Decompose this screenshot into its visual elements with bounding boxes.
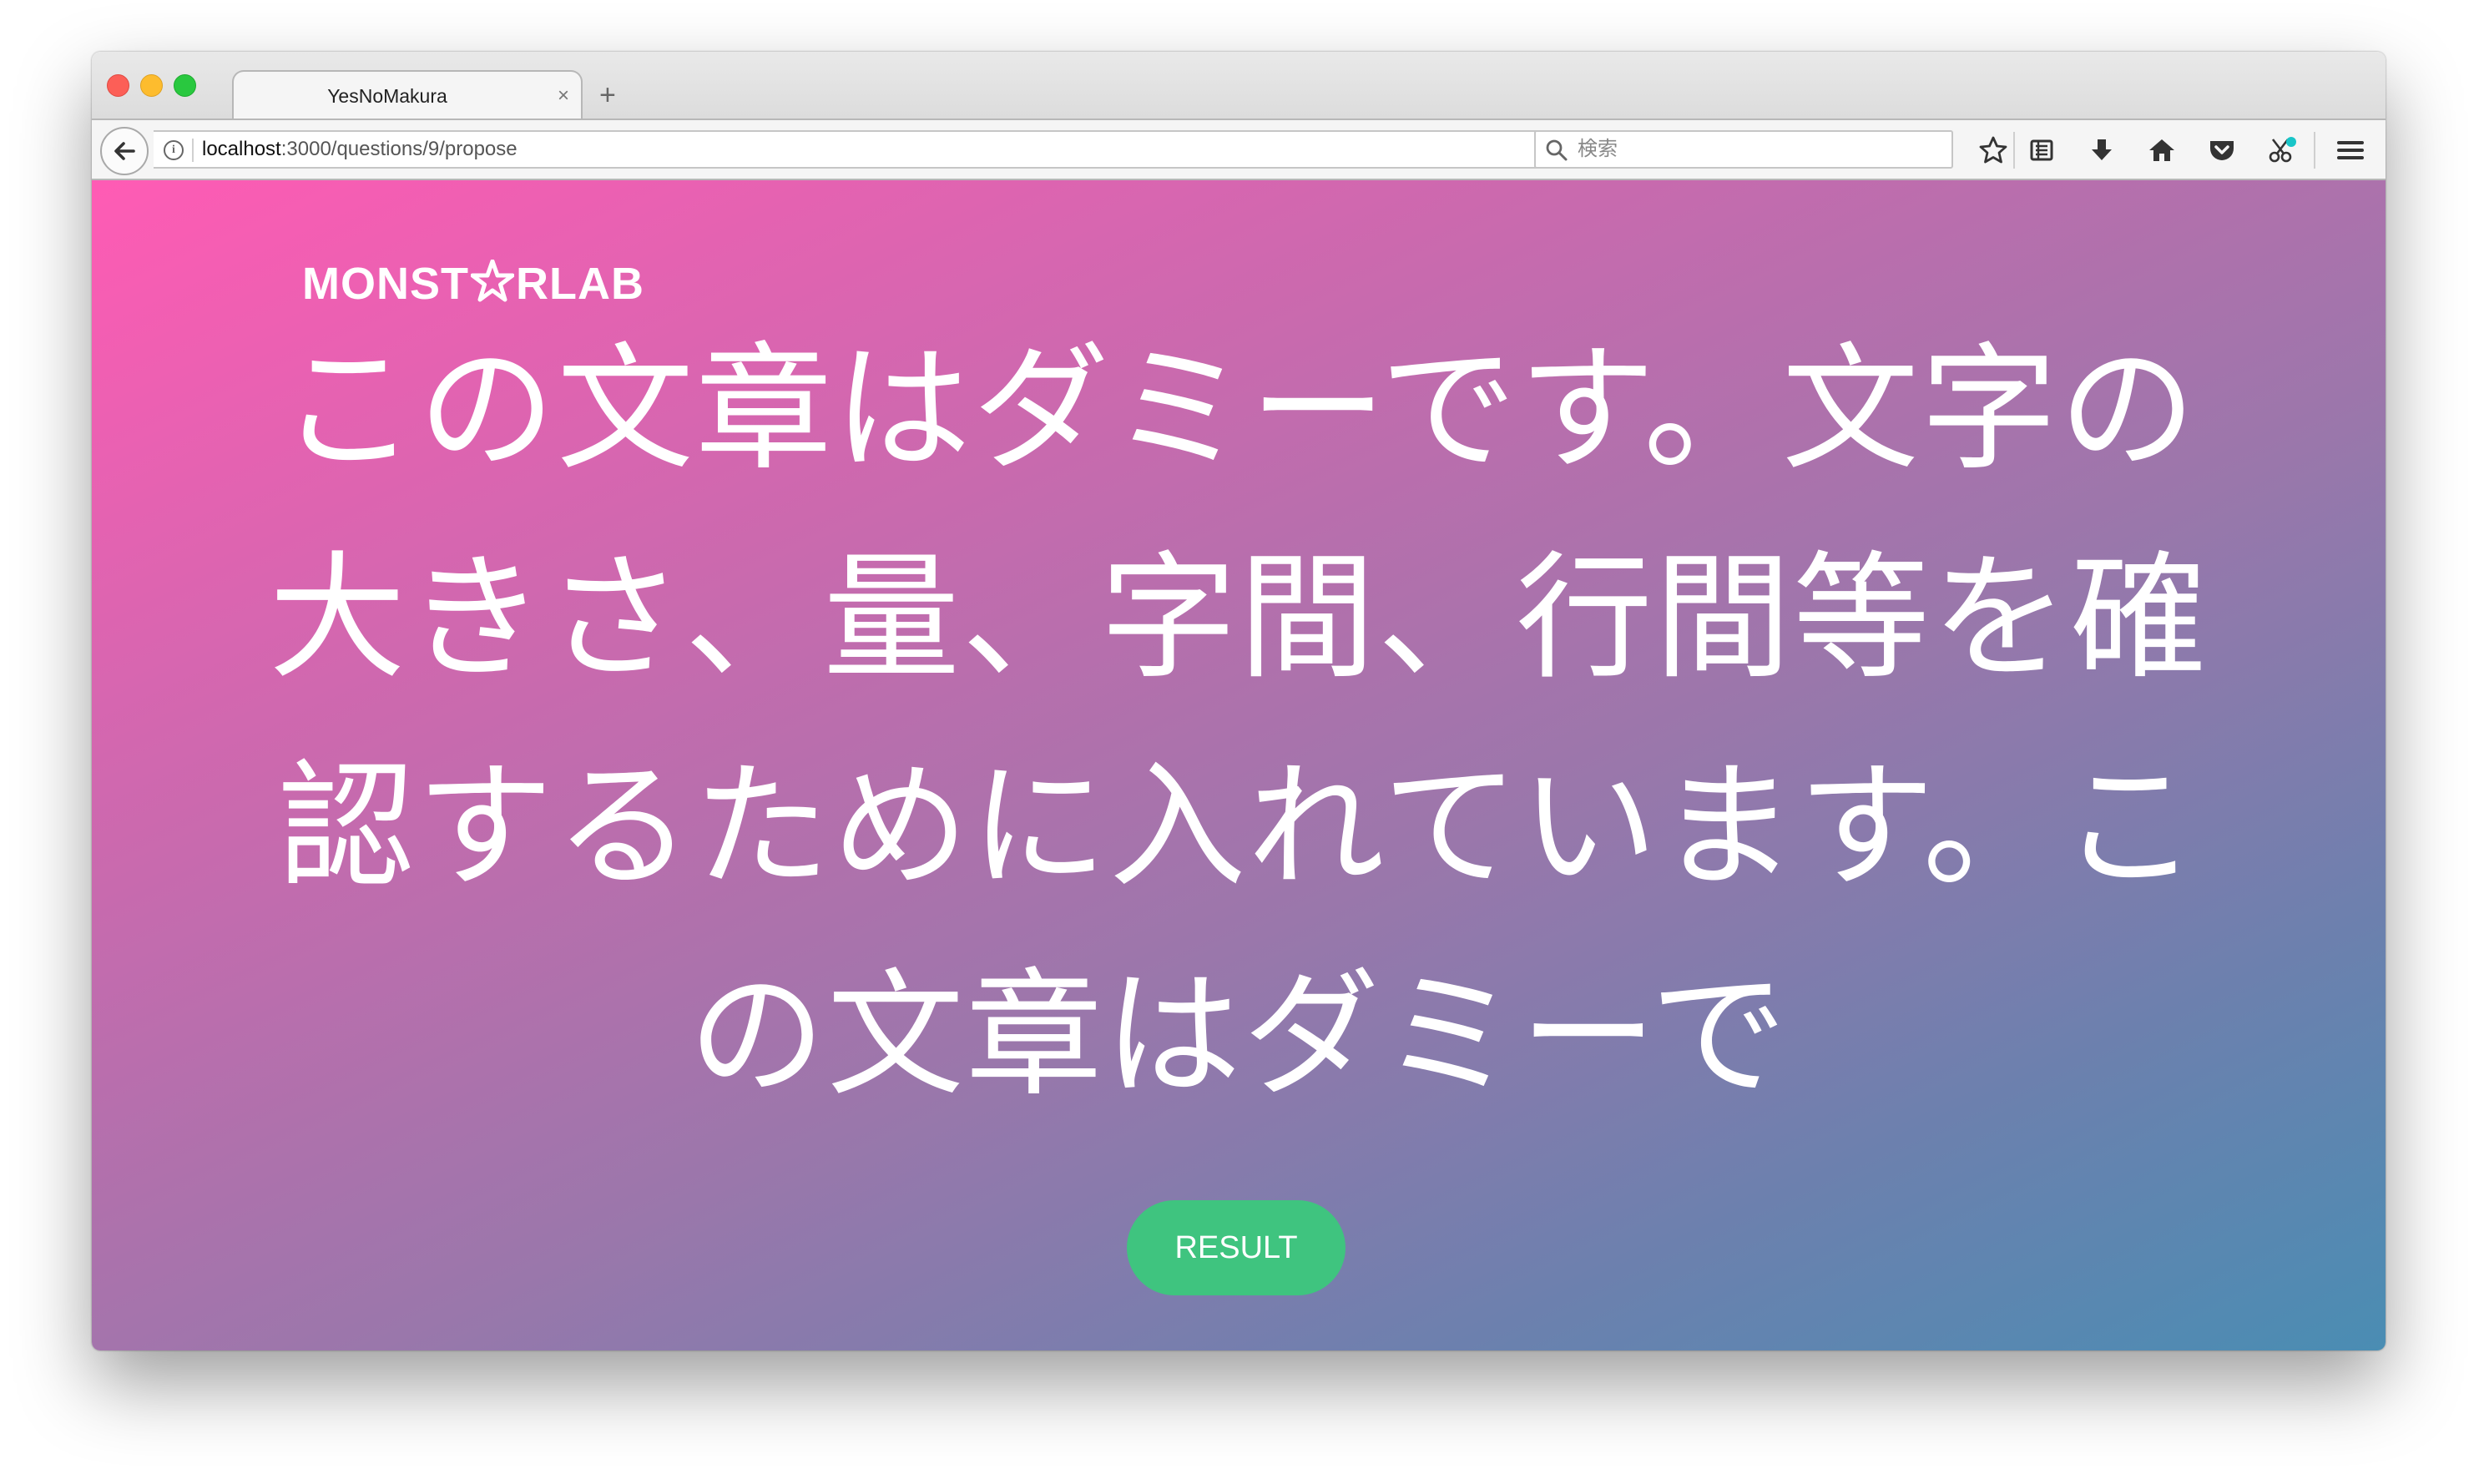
bookmark-star-icon[interactable]	[1977, 134, 2010, 167]
tab-yesnomakura[interactable]: YesNoMakura ×	[232, 70, 583, 120]
search-icon	[1546, 139, 1568, 161]
reading-list-icon[interactable]	[2025, 134, 2058, 167]
url-separator	[192, 139, 194, 162]
url-host: localhost	[202, 138, 281, 160]
url-text[interactable]: localhost:3000/questions/9/propose	[202, 132, 518, 167]
tab-close-icon[interactable]: ×	[558, 72, 569, 120]
hamburger-menu-icon[interactable]	[2334, 134, 2367, 167]
back-button[interactable]	[100, 127, 149, 175]
toolbar-separator	[2013, 132, 2015, 169]
search-bar[interactable]: 検索	[1534, 130, 1953, 169]
page-content: MONST RLAB この文章はダミーです。文字の大きさ、量、字間、行間等を確認す…	[92, 180, 2386, 1350]
download-icon[interactable]	[2085, 134, 2118, 167]
new-tab-button[interactable]: +	[599, 70, 616, 120]
url-bar[interactable]: i localhost:3000/questions/9/propose	[154, 130, 1616, 169]
zoom-window-button[interactable]	[174, 74, 196, 97]
minimize-window-button[interactable]	[140, 74, 163, 97]
tab-title: YesNoMakura	[327, 85, 447, 107]
navigation-toolbar: i localhost:3000/questions/9/propose 検索	[92, 119, 2386, 180]
monstarlab-logo: MONST RLAB	[302, 258, 644, 310]
back-arrow-icon	[114, 142, 135, 160]
logo-text-right: RLAB	[516, 259, 644, 309]
logo-text-left: MONST	[302, 259, 469, 309]
browser-window: YesNoMakura × + i localhost:3000/questio…	[92, 52, 2386, 1350]
pocket-icon[interactable]	[2205, 134, 2239, 167]
search-placeholder: 検索	[1578, 138, 1618, 160]
dummy-headline: この文章はダミーです。文字の大きさ、量、字間、行間等を確認するために入れています…	[268, 330, 2209, 1115]
site-info-icon[interactable]: i	[164, 140, 184, 160]
tab-bar: YesNoMakura × +	[92, 52, 2386, 120]
toolbar-separator	[2314, 132, 2315, 169]
result-button[interactable]: RESULT	[1127, 1200, 1346, 1295]
url-path: :3000/questions/9/propose	[280, 138, 518, 160]
logo-star-icon	[471, 260, 514, 302]
extension-icon[interactable]	[2265, 134, 2299, 167]
home-icon[interactable]	[2145, 134, 2179, 167]
close-window-button[interactable]	[107, 74, 129, 97]
